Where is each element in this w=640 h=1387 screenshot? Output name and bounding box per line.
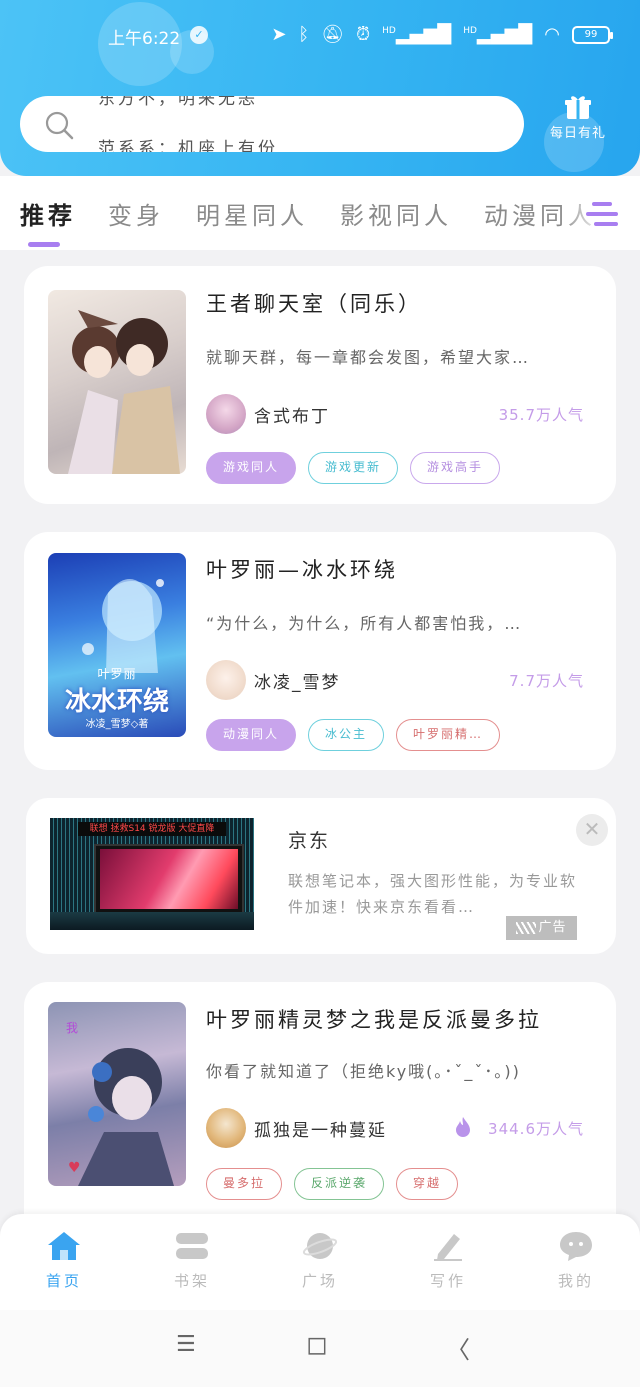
battery-icon: 99	[572, 25, 613, 44]
planet-icon	[302, 1233, 338, 1259]
author-row: 孤独是一种蔓延 344.6万人气	[206, 1108, 586, 1148]
tag[interactable]: 动漫同人	[206, 719, 297, 751]
category-tabs: 推荐 变身 明星同人 影视同人 动漫同人	[0, 176, 640, 250]
signal-icon: HD▂▄▆█	[463, 24, 533, 45]
avatar	[206, 394, 246, 434]
nav-mine-label: 我的	[557, 1272, 594, 1290]
active-tab-indicator	[28, 242, 60, 247]
tag[interactable]: 冰公主	[308, 719, 385, 751]
author-row: 含式布丁 35.7万人气	[206, 394, 586, 434]
status-bar: 上午6:22 ✓ ➤ ᛒ 🔕︎ ⏰︎ HD▂▄▆█ HD▂▄▆█ ◠ 99	[0, 22, 640, 52]
ad-image: 联想 拯救S14 锐龙版 大促直降	[50, 818, 254, 930]
svg-text:♥: ♥	[68, 1160, 81, 1176]
tag[interactable]: 曼多拉	[206, 1168, 283, 1200]
svg-text:我: 我	[66, 1021, 78, 1035]
fire-icon	[456, 1117, 470, 1137]
search-hint-scroll: 东方不，明来无恙	[98, 96, 258, 109]
recent-apps-icon[interactable]: ☰	[176, 1332, 196, 1357]
author-name: 含式布丁	[254, 407, 330, 427]
home-icon	[48, 1232, 80, 1260]
book-card[interactable]: 王者聊天室（同乐） 就聊天群，每一章都会发图，希望大家… 含式布丁 35.7万人…	[24, 266, 616, 504]
nav-home[interactable]: 首页	[24, 1230, 104, 1291]
book-title: 叶罗丽—冰水环绕	[206, 558, 398, 582]
tag[interactable]: 游戏高手	[410, 452, 501, 484]
book-description: 就聊天群，每一章都会发图，希望大家…	[206, 348, 531, 367]
ad-title: 京东	[288, 830, 331, 852]
tag[interactable]: 游戏更新	[308, 452, 399, 484]
alarm-icon: ⏰︎	[356, 24, 371, 45]
search-icon	[45, 111, 74, 140]
book-description: “为什么，为什么，所有人都害怕我，…	[206, 614, 523, 633]
close-icon[interactable]: ✕	[576, 814, 608, 846]
cover-title-text: 冰水环绕	[64, 687, 169, 717]
location-icon: ➤	[271, 24, 287, 45]
book-description: 你看了就知道了（拒绝ky哦(｡･ˇ_ˇ･｡))	[206, 1062, 521, 1081]
nav-bookshelf[interactable]: 书架	[152, 1230, 232, 1291]
author-name: 孤独是一种蔓延	[254, 1121, 387, 1141]
signal-icon: HD▂▄▆█	[382, 24, 452, 45]
popularity-count: 35.7万人气	[498, 406, 584, 424]
tag[interactable]: 穿越	[396, 1168, 459, 1200]
book-cover	[48, 290, 186, 474]
cover-author-text: 冰凌_雪梦◇著	[85, 719, 149, 730]
gift-icon	[565, 96, 591, 119]
bookshelf-icon	[176, 1233, 208, 1259]
tab-transform[interactable]: 变身	[108, 196, 164, 231]
tag[interactable]: 叶罗丽精…	[396, 719, 501, 751]
tag-list: 曼多拉 反派逆袭 穿越	[206, 1168, 459, 1200]
tag[interactable]: 反派逆袭	[294, 1168, 385, 1200]
author-row: 冰凌_雪梦 7.7万人气	[206, 660, 586, 700]
tab-film[interactable]: 影视同人	[340, 196, 452, 231]
back-icon[interactable]: 〈	[446, 1330, 470, 1365]
nav-square-label: 广场	[301, 1272, 338, 1290]
author-name: 冰凌_雪梦	[254, 673, 341, 693]
bluetooth-icon: ᛒ	[298, 24, 310, 45]
check-icon: ✓	[190, 26, 208, 44]
search-hint: 范系系：机座上有份	[98, 139, 278, 152]
bell-muted-icon: 🔕︎	[321, 24, 345, 45]
popularity-count: 344.6万人气	[488, 1120, 584, 1138]
book-cover: 我 ♥	[48, 1002, 186, 1186]
nav-mine[interactable]: 我的	[536, 1230, 616, 1291]
nav-square[interactable]: 广场	[280, 1230, 360, 1291]
nav-write[interactable]: 写作	[408, 1230, 488, 1291]
nav-bookshelf-label: 书架	[173, 1272, 210, 1290]
tag[interactable]: 游戏同人	[206, 452, 297, 484]
ad-badge: 广告	[506, 916, 577, 940]
tab-recommend[interactable]: 推荐	[20, 196, 76, 231]
daily-gift-button[interactable]: 每日有礼	[540, 94, 616, 156]
bottom-navigation: 首页 书架 广场 写作 我的	[0, 1214, 640, 1310]
home-nav-icon[interactable]: ◻	[306, 1330, 328, 1360]
pencil-icon	[434, 1234, 462, 1261]
avatar	[206, 660, 246, 700]
ad-card[interactable]: 联想 拯救S14 锐龙版 大促直降 京东 联想笔记本，强大图形性能，为专业软件加…	[26, 798, 616, 954]
cover-series-text: 叶罗丽	[97, 667, 137, 681]
book-cover: 叶罗丽 冰水环绕 冰凌_雪梦◇著	[48, 553, 186, 737]
ad-description: 联想笔记本，强大图形性能，为专业软件加速！快来京东看看…	[288, 872, 578, 916]
tag-list: 游戏同人 游戏更新 游戏高手	[206, 452, 501, 484]
ad-logo-icon	[516, 921, 537, 934]
ad-badge-label: 广告	[538, 920, 567, 935]
nav-write-label: 写作	[429, 1272, 466, 1290]
menu-icon[interactable]	[586, 200, 618, 230]
book-card[interactable]: 叶罗丽 冰水环绕 冰凌_雪梦◇著 叶罗丽—冰水环绕 “为什么，为什么，所有人都害…	[24, 532, 616, 770]
book-title: 王者聊天室（同乐）	[206, 292, 422, 316]
status-icons: ➤ ᛒ 🔕︎ ⏰︎ HD▂▄▆█ HD▂▄▆█ ◠ 99	[271, 24, 613, 45]
wifi-icon: ◠	[544, 24, 560, 45]
daily-gift-label: 每日有礼	[549, 126, 606, 141]
popularity-count: 7.7万人气	[509, 672, 584, 690]
ad-banner-text: 联想 拯救S14 锐龙版 大促直降	[78, 822, 226, 836]
avatar	[206, 1108, 246, 1148]
book-title: 叶罗丽精灵梦之我是反派曼多拉	[206, 1008, 542, 1032]
nav-home-label: 首页	[45, 1272, 82, 1290]
top-header: 上午6:22 ✓ ➤ ᛒ 🔕︎ ⏰︎ HD▂▄▆█ HD▂▄▆█ ◠ 99 东方…	[0, 0, 640, 176]
status-time: 上午6:22	[108, 29, 181, 49]
chat-bubble-icon	[560, 1232, 592, 1261]
tab-celebrity[interactable]: 明星同人	[196, 196, 308, 231]
book-card[interactable]: 我 ♥ 叶罗丽精灵梦之我是反派曼多拉 你看了就知道了（拒绝ky哦(｡･ˇ_ˇ･｡…	[24, 982, 616, 1214]
tag-list: 动漫同人 冰公主 叶罗丽精…	[206, 719, 501, 751]
search-bar[interactable]: 东方不，明来无恙 范系系：机座上有份	[20, 96, 524, 152]
system-navigation-bar: ☰ ◻ 〈	[0, 1310, 640, 1387]
